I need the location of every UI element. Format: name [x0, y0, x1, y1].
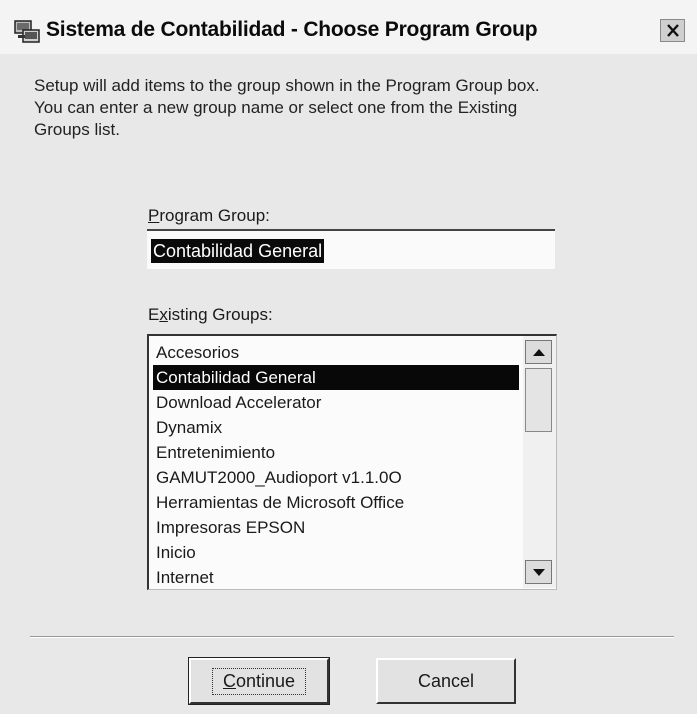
list-item[interactable]: Herramientas de Microsoft Office — [153, 490, 519, 515]
existing-groups-label-text: isting Groups: — [167, 305, 273, 324]
close-button[interactable] — [660, 19, 685, 42]
list-item[interactable]: Entretenimiento — [153, 440, 519, 465]
arrow-down-icon — [532, 568, 545, 576]
list-item[interactable]: Accesorios — [153, 340, 519, 365]
window-title: Sistema de Contabilidad - Choose Program… — [46, 18, 538, 41]
list-item[interactable]: Impresoras EPSON — [153, 515, 519, 540]
instructions-line-1: Setup will add items to the group shown … — [34, 76, 540, 95]
close-icon — [666, 24, 679, 37]
continue-button-label: Continue — [211, 667, 307, 695]
arrow-up-icon — [532, 348, 545, 356]
list-item[interactable]: Dynamix — [153, 415, 519, 440]
program-group-label: Program Group: — [148, 206, 270, 226]
list-item[interactable]: GAMUT2000_Audioport v1.1.0O — [153, 465, 519, 490]
cancel-button-label: Cancel — [417, 670, 475, 691]
program-group-icon — [14, 19, 40, 45]
cancel-button[interactable]: Cancel — [376, 658, 516, 704]
scroll-down-button[interactable] — [525, 560, 552, 584]
existing-groups-label-pre: E — [148, 305, 160, 324]
divider — [30, 636, 674, 638]
program-group-input-value: Contabilidad General — [151, 239, 325, 263]
instructions-line-2: You can enter a new group name or select… — [34, 98, 518, 117]
vertical-scrollbar[interactable] — [523, 336, 556, 588]
instructions-line-3: Groups list. — [34, 120, 120, 139]
program-group-input[interactable]: Contabilidad General — [147, 229, 555, 269]
existing-groups-list[interactable]: Accesorios Contabilidad General Download… — [147, 334, 557, 590]
list-item-selected[interactable]: Contabilidad General — [153, 365, 519, 390]
program-group-label-text: rogram Group: — [159, 206, 270, 225]
title-bar[interactable]: Sistema de Contabilidad - Choose Program… — [0, 0, 697, 54]
scroll-thumb[interactable] — [525, 368, 552, 432]
continue-text: ontinue — [235, 670, 296, 691]
instructions-text: Setup will add items to the group shown … — [34, 75, 674, 141]
list-item[interactable]: Internet — [153, 565, 519, 589]
program-group-label-accel: P — [148, 206, 160, 225]
continue-accel: C — [222, 670, 236, 691]
existing-groups-label-accel: x — [159, 305, 168, 324]
setup-dialog: Sistema de Contabilidad - Choose Program… — [0, 0, 697, 714]
list-item[interactable]: Inicio — [153, 540, 519, 565]
scroll-up-button[interactable] — [525, 340, 552, 364]
list-item[interactable]: Download Accelerator — [153, 390, 519, 415]
continue-button[interactable]: Continue — [188, 657, 330, 705]
existing-groups-label: Existing Groups: — [148, 305, 273, 325]
